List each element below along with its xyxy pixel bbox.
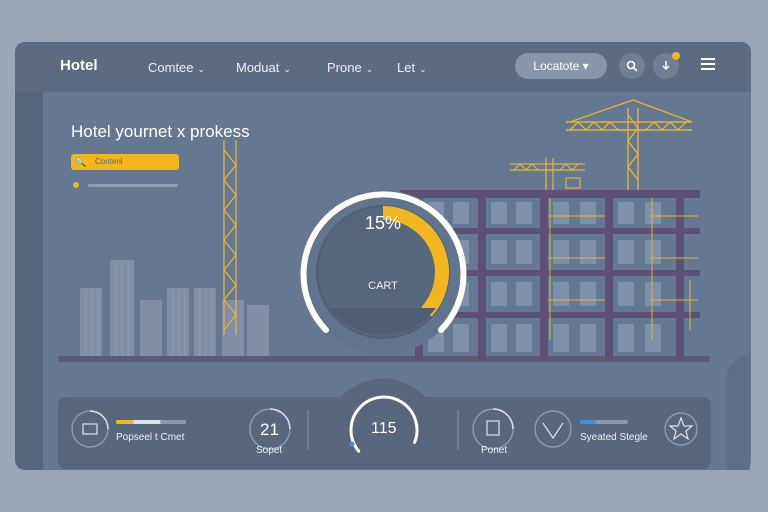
skyline-bars (80, 260, 269, 356)
widget-label-1: Popseel t Cmet (116, 432, 185, 443)
widget-value-2: 21 (260, 420, 279, 439)
widget-label-2: Sopet (256, 445, 283, 456)
widget-value-3: 115 (371, 420, 397, 437)
widget-label-5: Syeated Stegle (580, 432, 648, 443)
crane-small (510, 158, 585, 190)
crane-right (566, 99, 693, 190)
gauge-value: 15% (364, 213, 402, 233)
gauge-caption: CART (368, 280, 398, 292)
widget-label-4: Ponet (481, 445, 508, 456)
